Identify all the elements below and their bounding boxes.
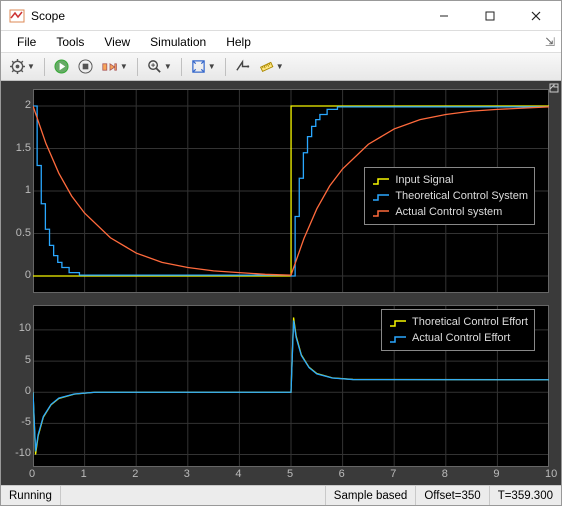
statusbar: Running Sample based Offset=350 T=359.30… — [1, 485, 561, 505]
chevron-down-icon: ▼ — [164, 62, 172, 71]
ytick: -10 — [15, 447, 31, 459]
legend-swatch — [371, 191, 389, 201]
chevron-down-icon: ▼ — [208, 62, 216, 71]
xtick: 6 — [339, 468, 345, 480]
legend-swatch — [388, 317, 406, 327]
toolbar: ▼ ▼ ▼ ▼ ▼ — [1, 53, 561, 81]
step-forward-button[interactable]: ▼ — [99, 56, 131, 78]
ytick: 0 — [25, 269, 31, 281]
chevron-down-icon: ▼ — [120, 62, 128, 71]
menu-view[interactable]: View — [94, 33, 140, 51]
xtick: 1 — [81, 468, 87, 480]
menu-tools[interactable]: Tools — [46, 33, 94, 51]
ytick: 2 — [25, 99, 31, 111]
legend-label: Theoretical Control System — [395, 188, 528, 204]
ytick: 0.5 — [16, 227, 31, 239]
app-icon — [9, 8, 25, 24]
plot-area: 0 0.5 1 1.5 2 Input Signal Theoretical C… — [1, 81, 561, 485]
window-title: Scope — [31, 9, 421, 23]
legend-swatch — [388, 333, 406, 343]
chevron-down-icon: ▼ — [27, 62, 35, 71]
stop-button[interactable] — [75, 56, 97, 78]
ytick: 10 — [19, 322, 31, 334]
legend-swatch — [371, 207, 389, 217]
ytick: 5 — [25, 354, 31, 366]
menubar-corner-icon[interactable]: ⇲ — [541, 35, 555, 49]
xtick: 8 — [442, 468, 448, 480]
separator — [137, 58, 138, 76]
zoom-button[interactable]: ▼ — [144, 56, 175, 78]
ytick: 0 — [25, 385, 31, 397]
menubar: File Tools View Simulation Help ⇲ — [1, 31, 561, 53]
run-button[interactable] — [51, 56, 73, 78]
status-offset: Offset=350 — [416, 486, 489, 505]
xtick: 5 — [287, 468, 293, 480]
axes-2-container: -10 -5 0 5 10 0 1 2 3 4 5 6 7 8 9 10 Tho… — [7, 303, 555, 483]
separator — [181, 58, 182, 76]
close-button[interactable] — [513, 1, 559, 31]
triggers-button[interactable] — [232, 56, 254, 78]
chevron-down-icon: ▼ — [276, 62, 284, 71]
legend-label: Input Signal — [395, 172, 453, 188]
xtick: 2 — [132, 468, 138, 480]
separator — [225, 58, 226, 76]
ytick: -5 — [21, 416, 31, 428]
separator — [44, 58, 45, 76]
ytick: 1 — [25, 184, 31, 196]
autoscale-button[interactable]: ▼ — [188, 56, 219, 78]
legend-2[interactable]: Thoretical Control Effort Actual Control… — [381, 309, 535, 351]
measurements-button[interactable]: ▼ — [256, 56, 287, 78]
xtick: 4 — [235, 468, 241, 480]
xtick: 3 — [184, 468, 190, 480]
menu-file[interactable]: File — [7, 33, 46, 51]
xtick: 9 — [493, 468, 499, 480]
axes-1-container: 0 0.5 1 1.5 2 Input Signal Theoretical C… — [7, 87, 555, 295]
legend-swatch — [371, 175, 389, 185]
legend-1[interactable]: Input Signal Theoretical Control System … — [364, 167, 535, 225]
legend-label: Thoretical Control Effort — [412, 314, 528, 330]
xtick: 0 — [29, 468, 35, 480]
window-titlebar: Scope — [1, 1, 561, 31]
menu-simulation[interactable]: Simulation — [140, 33, 216, 51]
ytick: 1.5 — [16, 142, 31, 154]
menu-help[interactable]: Help — [216, 33, 261, 51]
maximize-button[interactable] — [467, 1, 513, 31]
legend-label: Actual Control Effort — [412, 330, 510, 346]
minimize-button[interactable] — [421, 1, 467, 31]
xtick: 10 — [545, 468, 557, 480]
legend-label: Actual Control system — [395, 204, 502, 220]
status-state: Running — [1, 486, 61, 505]
status-mode: Sample based — [326, 486, 417, 505]
configure-button[interactable]: ▼ — [7, 56, 38, 78]
status-spacer — [61, 486, 326, 505]
status-time: T=359.300 — [490, 486, 561, 505]
xtick: 7 — [390, 468, 396, 480]
